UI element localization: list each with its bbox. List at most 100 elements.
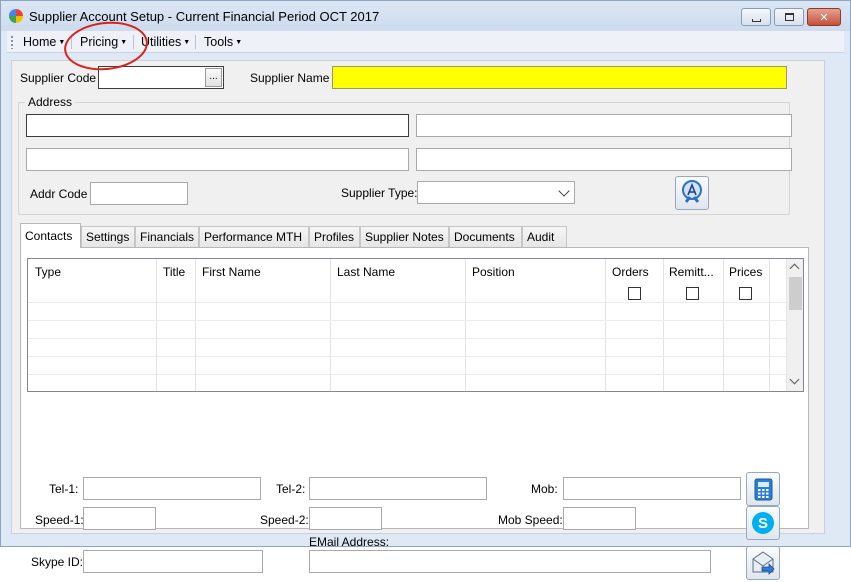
column-header-title[interactable]: Title <box>163 265 185 279</box>
mob-field[interactable] <box>563 477 741 500</box>
speed2-field[interactable] <box>309 507 382 530</box>
tel1-input[interactable] <box>84 478 260 499</box>
maximize-icon <box>784 13 794 21</box>
tab-contacts[interactable]: Contacts <box>20 223 81 248</box>
address-line-2[interactable] <box>416 114 792 137</box>
column-header-type[interactable]: Type <box>35 265 61 279</box>
column-divider <box>465 259 466 391</box>
address-search-button[interactable] <box>675 176 709 210</box>
skype-icon: S <box>752 512 774 534</box>
close-icon: ✕ <box>819 11 829 24</box>
scrollbar-thumb[interactable] <box>789 277 802 310</box>
minimize-button[interactable] <box>741 8 771 26</box>
speed2-input[interactable] <box>310 508 381 529</box>
menu-tools[interactable]: Tools ▼ <box>204 35 242 49</box>
tab-settings[interactable]: Settings <box>81 226 135 247</box>
column-header-position[interactable]: Position <box>472 265 515 279</box>
address-line-3[interactable] <box>26 148 409 171</box>
tab-performance-mth[interactable]: Performance MTH <box>199 226 309 247</box>
tab-settings-label: Settings <box>86 230 130 244</box>
email-address-input[interactable] <box>310 551 710 572</box>
column-divider <box>330 259 331 391</box>
menu-separator <box>133 35 134 49</box>
address-line-2-input[interactable] <box>417 115 791 136</box>
tel2-input[interactable] <box>310 478 486 499</box>
column-divider <box>723 259 724 391</box>
menu-pricing[interactable]: Pricing ▼ <box>80 35 127 49</box>
mob-speed-field[interactable] <box>563 507 636 530</box>
column-divider <box>156 259 157 391</box>
supplier-name-label: Supplier Name <box>250 71 330 85</box>
tab-supplier-notes[interactable]: Supplier Notes <box>360 226 449 247</box>
addr-code-field[interactable] <box>90 182 188 205</box>
column-header-orders[interactable]: Orders <box>612 265 649 279</box>
skype-call-button[interactable]: S <box>746 506 780 540</box>
menu-tools-label: Tools <box>204 35 234 49</box>
email-address-field[interactable] <box>309 550 711 573</box>
skype-id-input[interactable] <box>84 551 262 572</box>
skype-id-field[interactable] <box>83 550 263 573</box>
mob-input[interactable] <box>564 478 740 499</box>
contacts-grid[interactable]: Type Title First Name Last Name Position… <box>27 258 804 392</box>
supplier-code-label: Supplier Code <box>20 71 97 85</box>
supplier-type-select[interactable] <box>417 181 575 204</box>
supplier-type-label: Supplier Type: <box>341 186 418 200</box>
contacts-tab-page: Type Title First Name Last Name Position… <box>20 247 809 580</box>
menu-home[interactable]: Home ▼ <box>23 35 65 49</box>
tab-audit-label: Audit <box>527 230 555 244</box>
tel2-field[interactable] <box>309 477 487 500</box>
tab-audit[interactable]: Audit <box>522 226 567 247</box>
grid-row-line <box>28 374 788 375</box>
chevron-down-icon: ▼ <box>235 39 243 46</box>
title-bar: Supplier Account Setup - Current Financi… <box>1 1 850 31</box>
send-email-button[interactable] <box>746 546 780 580</box>
tab-financials[interactable]: Financials <box>135 226 199 247</box>
grid-row-line <box>28 356 788 357</box>
chevron-down-icon[interactable] <box>789 374 800 385</box>
column-header-remittance[interactable]: Remitt... <box>669 265 714 279</box>
minimize-icon <box>751 18 761 22</box>
address-line-3-input[interactable] <box>27 149 408 170</box>
tab-profiles-label: Profiles <box>314 230 355 244</box>
toolbar-grip[interactable] <box>11 36 13 49</box>
grid-vertical-scrollbar[interactable] <box>786 259 803 391</box>
supplier-code-field[interactable]: ... <box>98 66 224 89</box>
speed1-field[interactable] <box>83 507 156 530</box>
supplier-name-field[interactable] <box>332 66 787 89</box>
column-header-last-name[interactable]: Last Name <box>337 265 395 279</box>
grid-row-line <box>28 302 788 303</box>
address-line-4-input[interactable] <box>417 149 791 170</box>
orders-select-all-checkbox[interactable] <box>628 287 641 300</box>
column-divider <box>769 259 770 391</box>
chevron-up-icon[interactable] <box>789 263 800 274</box>
phone-icon <box>754 478 773 501</box>
tab-profiles[interactable]: Profiles <box>309 226 360 247</box>
menu-utilities[interactable]: Utilities ▼ <box>141 35 190 49</box>
close-button[interactable]: ✕ <box>807 8 841 26</box>
tel2-label: Tel-2: <box>276 482 306 496</box>
supplier-name-input[interactable] <box>333 67 786 88</box>
column-divider <box>195 259 196 391</box>
mob-label: Mob: <box>531 482 558 496</box>
mob-speed-input[interactable] <box>564 508 635 529</box>
addr-code-input[interactable] <box>91 183 187 204</box>
tab-documents[interactable]: Documents <box>449 226 522 247</box>
tel1-field[interactable] <box>83 477 261 500</box>
speed1-label: Speed-1: <box>35 513 84 527</box>
supplier-lookup-button[interactable]: ... <box>205 68 222 87</box>
speed1-input[interactable] <box>84 508 155 529</box>
address-line-4[interactable] <box>416 148 792 171</box>
tab-documents-label: Documents <box>454 230 515 244</box>
column-header-first-name[interactable]: First Name <box>202 265 261 279</box>
prices-select-all-checkbox[interactable] <box>739 287 752 300</box>
dial-phone-button[interactable] <box>746 472 780 506</box>
maximize-button[interactable] <box>774 8 804 26</box>
application-window: Supplier Account Setup - Current Financi… <box>0 0 851 580</box>
chevron-down-icon <box>558 185 570 197</box>
address-line-1-input[interactable] <box>27 115 408 136</box>
address-line-1[interactable] <box>26 114 409 137</box>
mob-speed-label: Mob Speed: <box>498 513 563 527</box>
remittance-select-all-checkbox[interactable] <box>686 287 699 300</box>
tab-supplier-notes-label: Supplier Notes <box>365 230 444 244</box>
column-header-prices[interactable]: Prices <box>729 265 762 279</box>
